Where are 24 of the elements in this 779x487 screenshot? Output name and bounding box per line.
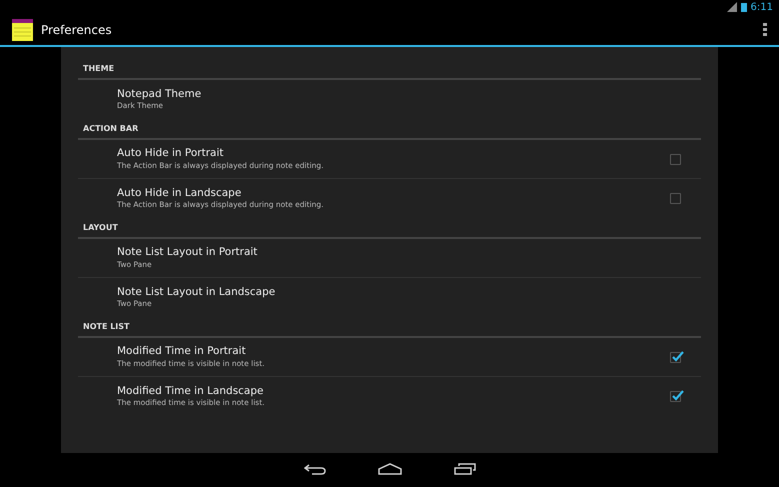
checked-checkbox[interactable]: [670, 352, 681, 362]
section-header: LAYOUT: [83, 223, 118, 232]
preference-title: Auto Hide in Landscape: [117, 186, 242, 200]
notepad-icon: [12, 18, 33, 40]
preference-title: Auto Hide in Portrait: [117, 147, 225, 161]
battery-icon: [740, 2, 747, 12]
checkbox[interactable]: [670, 154, 681, 164]
section-header: ACTION BAR: [83, 124, 138, 133]
overflow-menu-icon[interactable]: [763, 22, 767, 36]
home-icon[interactable]: [378, 463, 402, 475]
preference-title: Note List Layout in Landscape: [117, 286, 276, 300]
preference-title: Modified Time in Portrait: [117, 345, 247, 359]
signal-icon: [726, 2, 737, 12]
checked-checkbox[interactable]: [670, 391, 681, 402]
back-icon[interactable]: [304, 463, 326, 475]
checkbox[interactable]: [670, 193, 681, 204]
section-header: THEME: [83, 64, 114, 73]
clock: 6:11: [750, 0, 773, 14]
recent-apps-icon[interactable]: [454, 463, 476, 475]
screen-title: Preferences: [41, 22, 112, 38]
preference-title: Note List Layout in Portrait: [117, 246, 258, 260]
preference-title: Notepad Theme: [117, 88, 202, 102]
section-header: NOTE LIST: [83, 322, 130, 331]
preference-title: Modified Time in Landscape: [117, 384, 264, 398]
